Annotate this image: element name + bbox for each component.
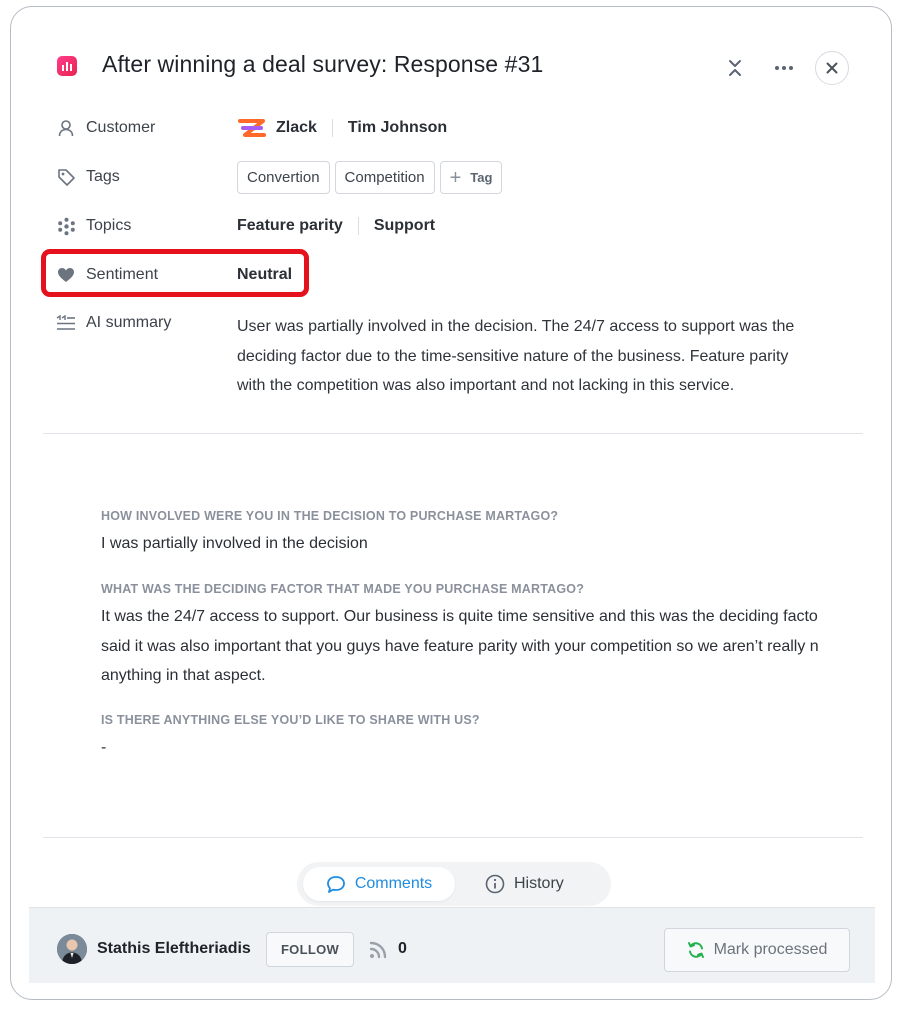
separator (331, 119, 333, 137)
collapse-button[interactable] (718, 51, 752, 85)
question-text: WHAT WAS THE DECIDING FACTOR THAT MADE Y… (101, 582, 585, 596)
collapse-icon (729, 60, 741, 76)
avatar[interactable] (57, 934, 87, 964)
ai-summary-icon (55, 312, 77, 334)
summary-line: deciding factor due to the time-sensitiv… (237, 347, 789, 365)
question-text: IS THERE ANYTHING ELSE YOU’D LIKE TO SHA… (101, 713, 480, 727)
add-tag-button[interactable]: + Tag (439, 161, 503, 194)
topics-label: Topics (55, 215, 131, 237)
customer-contact[interactable]: Tim Johnson (348, 119, 447, 137)
question-block: WHAT WAS THE DECIDING FACTOR THAT MADE Y… (101, 582, 853, 691)
user-name[interactable]: Stathis Eleftheriadis (97, 940, 251, 958)
answer-text: anything in that aspect. (101, 667, 266, 684)
info-icon (485, 874, 505, 894)
summary-line: User was partially involved in the decis… (237, 318, 795, 335)
activity-tabs: Comments History (297, 862, 611, 906)
question-text: HOW INVOLVED WERE YOU IN THE DECISION TO… (101, 509, 559, 523)
customer-value: Zlack Tim Johnson (237, 115, 447, 141)
follow-button[interactable]: FOLLOW (266, 932, 354, 967)
customer-label: Customer (55, 117, 155, 139)
topics-value: Feature parity Support (237, 213, 435, 239)
mark-processed-button[interactable]: Mark processed (664, 928, 850, 972)
panel-header: After winning a deal survey: Response #3… (11, 7, 891, 127)
more-options-button[interactable] (767, 51, 801, 85)
answer-text: I was partially involved in the decision (101, 535, 368, 552)
tag-icon (55, 166, 77, 188)
user-icon (55, 117, 77, 139)
topics-asterisk-icon (55, 215, 77, 237)
more-icon (775, 66, 793, 70)
tab-history[interactable]: History (485, 867, 564, 901)
answer-text: - (101, 739, 107, 756)
section-divider (43, 433, 863, 434)
topic-item[interactable]: Support (374, 217, 435, 235)
section-divider (43, 837, 863, 838)
sentiment-highlight-box (41, 249, 309, 297)
question-block: IS THERE ANYTHING ELSE YOU’D LIKE TO SHA… (101, 713, 853, 763)
tag-chip[interactable]: Convertion (237, 161, 330, 194)
customer-company[interactable]: Zlack (276, 119, 317, 137)
tag-chip[interactable]: Competition (334, 161, 435, 194)
tags-label: Tags (55, 166, 120, 188)
panel-footer: Stathis Eleftheriadis FOLLOW 0 Mark proc… (29, 907, 875, 983)
question-block: HOW INVOLVED WERE YOU IN THE DECISION TO… (101, 509, 853, 559)
refresh-icon (687, 941, 705, 959)
close-button[interactable] (815, 51, 849, 85)
ai-summary-text: User was partially involved in the decis… (237, 312, 837, 401)
tab-comments[interactable]: Comments (303, 867, 455, 901)
separator (357, 217, 359, 235)
answer-text: It was the 24/7 access to support. Our b… (101, 608, 818, 625)
ai-summary-label: AI summary (55, 312, 171, 334)
plus-icon: + (449, 166, 462, 189)
topic-item[interactable]: Feature parity (237, 217, 343, 235)
answer-text: said it was also important that you guys… (101, 637, 819, 655)
tags-value: Convertion Competition + Tag (237, 161, 507, 194)
page-title: After winning a deal survey: Response #3… (102, 51, 544, 77)
signal-count: 0 (398, 940, 407, 957)
zlack-logo-icon (238, 119, 266, 137)
response-panel: After winning a deal survey: Response #3… (10, 6, 892, 1000)
signal-icon (369, 939, 393, 964)
close-icon (826, 62, 838, 74)
survey-chart-icon (57, 56, 77, 76)
summary-line: with the competition was also important … (237, 377, 735, 394)
comment-icon (326, 875, 346, 894)
